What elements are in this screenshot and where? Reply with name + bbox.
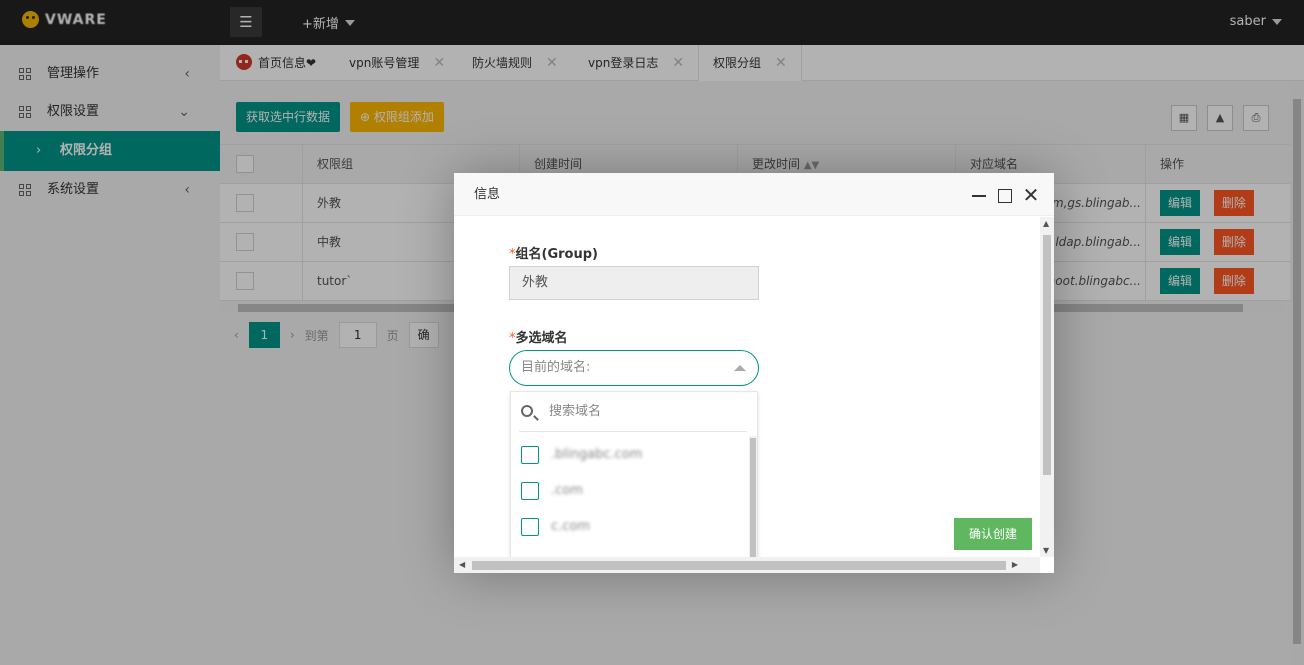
dialog-title: 信息 [474, 187, 501, 202]
info-dialog: 信息 ✕ *组名(Group) 外教 *多选域名 目前的域名: 搜索域名 .bl… [454, 173, 1054, 573]
checkbox[interactable] [521, 446, 539, 464]
domain-search-input[interactable]: 搜索域名 [519, 392, 747, 432]
group-name-input[interactable]: 外教 [509, 266, 759, 300]
dialog-vertical-scrollbar[interactable]: ▲ ▼ [1040, 217, 1054, 557]
confirm-create-button[interactable]: 确认创建 [954, 518, 1032, 550]
caret-up-icon [734, 365, 746, 371]
dialog-horizontal-scrollbar[interactable]: ◀ ▶ [454, 557, 1040, 573]
domains-label: *多选域名 [509, 331, 568, 346]
maximize-icon[interactable] [998, 188, 1012, 203]
dropdown-scrollbar[interactable] [749, 436, 757, 557]
domain-option[interactable]: .blingabc.com [521, 445, 642, 465]
group-name-label: *组名(Group) [509, 247, 598, 262]
domains-dropdown: 搜索域名 .blingabc.com .com c.com [510, 391, 758, 557]
dialog-header: 信息 ✕ [454, 173, 1054, 216]
checkbox[interactable] [521, 518, 539, 536]
dialog-body: *组名(Group) 外教 *多选域名 目前的域名: 搜索域名 .blingab… [454, 217, 1040, 557]
domains-multiselect[interactable]: 目前的域名: [509, 350, 759, 386]
select-placeholder: 目前的域名: [521, 360, 591, 375]
domain-option[interactable]: c.com [521, 517, 590, 537]
minimize-icon[interactable] [970, 186, 988, 204]
domain-option[interactable]: .com [521, 481, 583, 501]
checkbox[interactable] [521, 482, 539, 500]
search-icon [521, 405, 533, 417]
close-icon[interactable]: ✕ [1022, 185, 1040, 205]
